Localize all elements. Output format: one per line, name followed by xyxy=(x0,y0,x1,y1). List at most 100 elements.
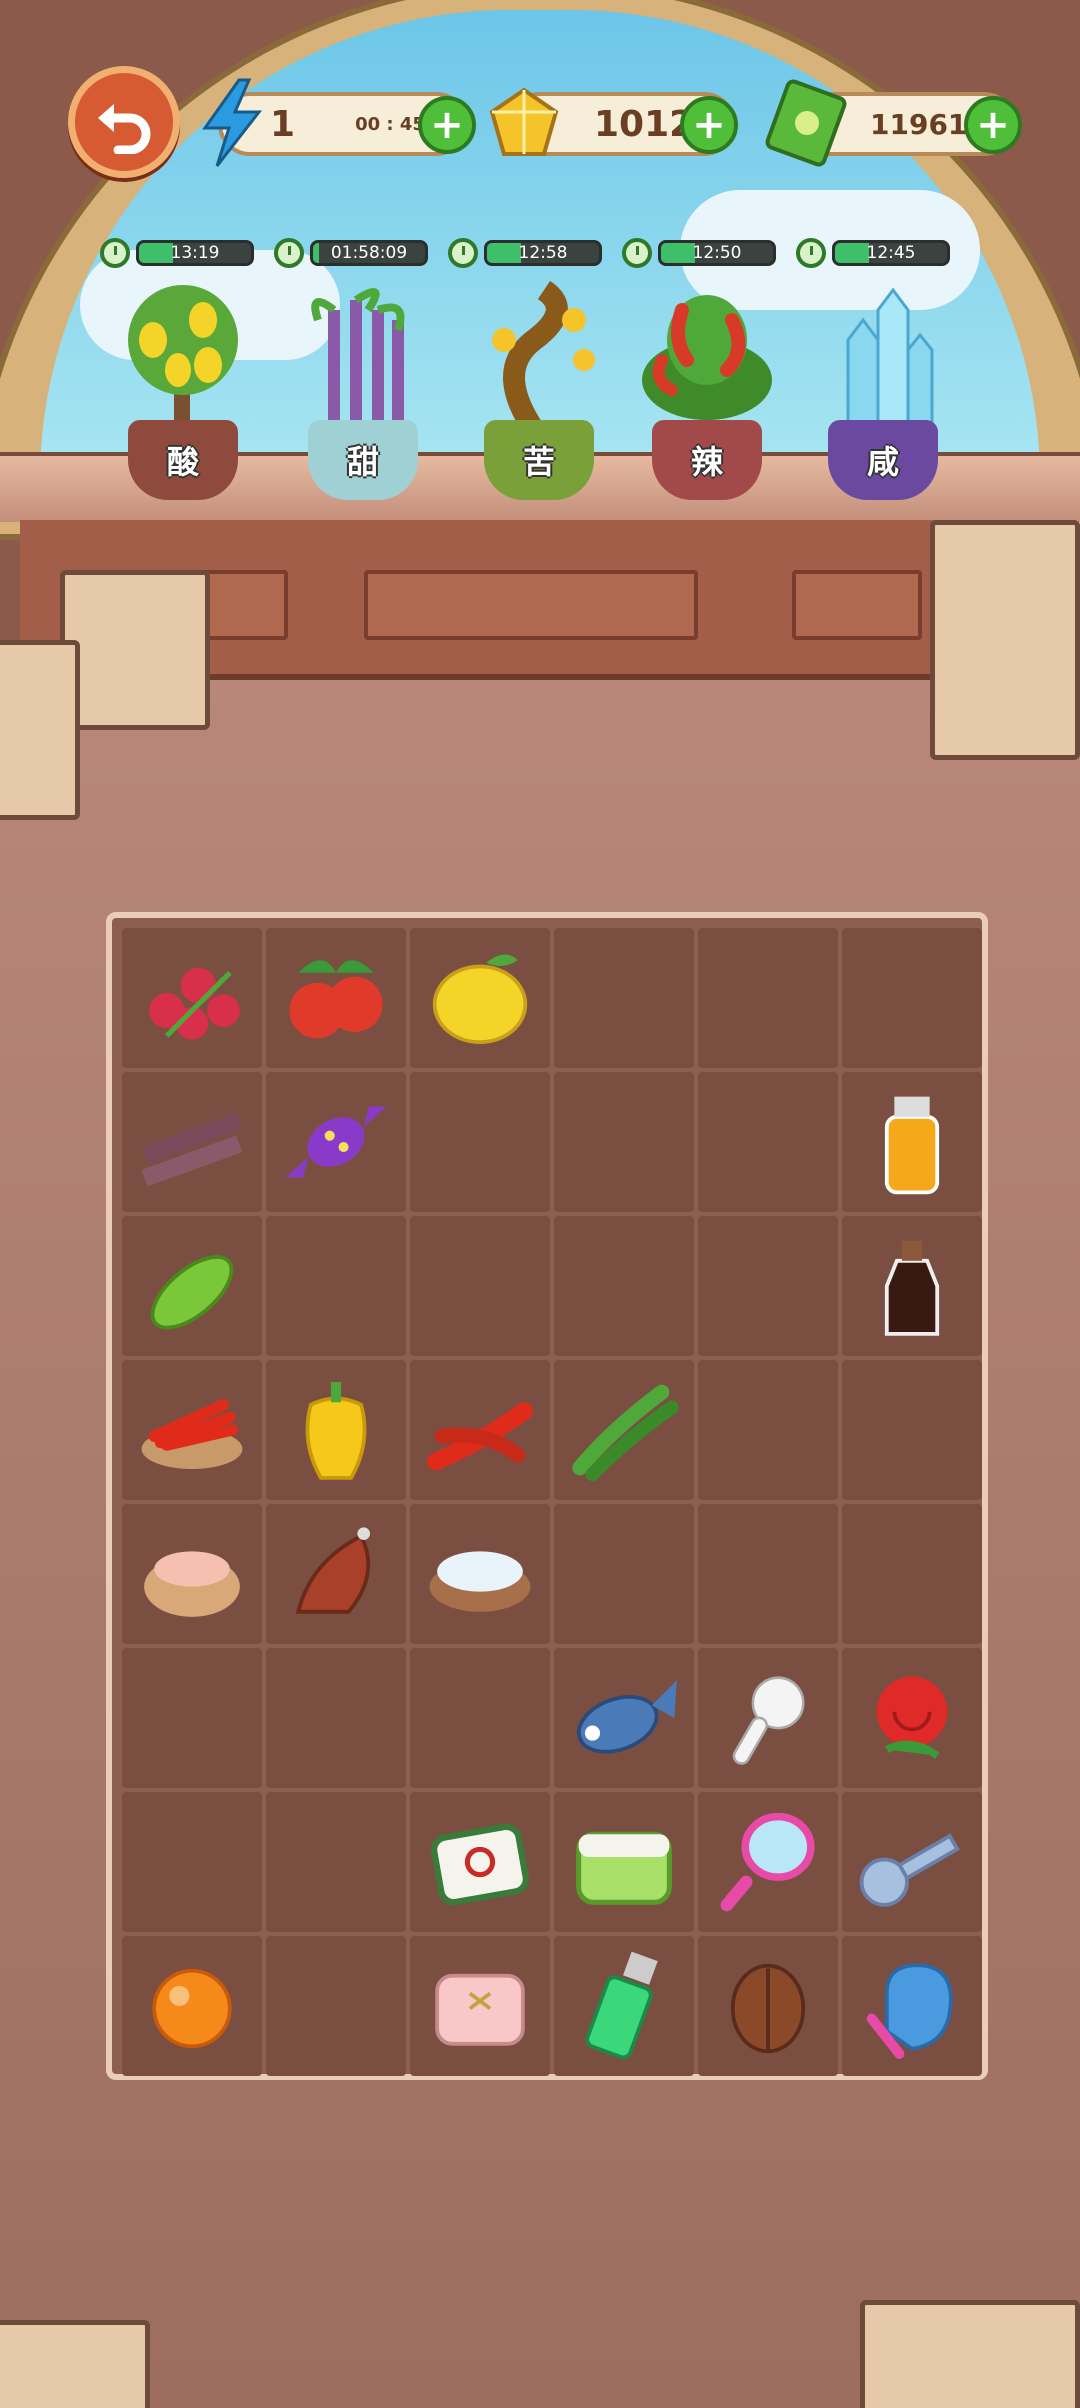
board-cell[interactable] xyxy=(122,1792,262,1932)
add-energy-button[interactable]: + xyxy=(418,96,476,154)
key-icon xyxy=(859,1833,960,1907)
rose-icon xyxy=(876,1676,948,1759)
plant-timer-3: 12:58 xyxy=(448,238,602,268)
plant-sour[interactable]: 酸 xyxy=(108,280,258,510)
board-cell[interactable] xyxy=(554,1072,694,1212)
sugarcane-plant-icon xyxy=(311,288,405,430)
board-cell[interactable] xyxy=(122,1648,262,1788)
lightning-icon xyxy=(192,78,272,168)
timer-label: 13:19 xyxy=(170,243,220,263)
board-cell[interactable] xyxy=(266,1072,406,1212)
board-cell[interactable] xyxy=(410,1792,550,1932)
board-cell[interactable] xyxy=(698,1216,838,1356)
board-cell[interactable] xyxy=(410,1648,550,1788)
board-cell[interactable] xyxy=(266,1504,406,1644)
board-cell[interactable] xyxy=(122,1216,262,1356)
board-cell[interactable] xyxy=(554,1216,694,1356)
board-cell[interactable] xyxy=(698,1360,838,1500)
crate xyxy=(0,640,80,820)
energy-timer: 00 : 45 xyxy=(355,113,425,135)
lemon-tree-icon xyxy=(128,285,238,420)
pot: 咸 xyxy=(828,420,938,500)
board-cell[interactable] xyxy=(698,928,838,1068)
pot: 苦 xyxy=(484,420,594,500)
board-cell[interactable] xyxy=(698,1936,838,2076)
honey-jar-icon xyxy=(884,1096,940,1195)
salt-crystal-plant-icon xyxy=(846,287,934,432)
lunch-box-icon xyxy=(576,1831,672,1905)
crate xyxy=(0,2320,150,2408)
add-gems-button[interactable]: + xyxy=(680,96,738,154)
clock-icon xyxy=(622,238,652,268)
board-cell[interactable] xyxy=(266,1792,406,1932)
bitter-melon-icon xyxy=(150,1255,234,1330)
board-cell[interactable] xyxy=(554,1792,694,1932)
lemon-icon xyxy=(432,954,528,1044)
board-cell[interactable] xyxy=(266,1936,406,2076)
board-cell[interactable] xyxy=(122,1504,262,1644)
board-cell[interactable] xyxy=(266,1360,406,1500)
yellow-pepper-icon xyxy=(305,1382,367,1480)
flavor-label: 苦 xyxy=(522,443,555,481)
board-cell[interactable] xyxy=(266,1216,406,1356)
back-button[interactable] xyxy=(68,66,180,178)
plant-salty[interactable]: 咸 xyxy=(808,280,958,510)
plant-timer-2: 01:58:09 xyxy=(274,238,428,268)
timer-label: 01:58:09 xyxy=(330,243,408,263)
plant-spicy[interactable]: 辣 xyxy=(632,280,782,510)
walnut-icon xyxy=(730,1963,806,2054)
board-cell[interactable] xyxy=(266,928,406,1068)
board-cell[interactable] xyxy=(554,928,694,1068)
board-cell[interactable] xyxy=(122,1360,262,1500)
salt-bowl-icon xyxy=(429,1551,531,1612)
drawer xyxy=(200,570,288,640)
board-cell[interactable] xyxy=(698,1792,838,1932)
drawer xyxy=(364,570,698,640)
fish-icon xyxy=(576,1680,677,1754)
pot: 酸 xyxy=(128,420,238,500)
board-cell[interactable] xyxy=(698,1648,838,1788)
earbud-icon xyxy=(732,1676,805,1765)
board-cell[interactable] xyxy=(122,1936,262,2076)
board-cell[interactable] xyxy=(410,928,550,1068)
plant-timer-4: 12:50 xyxy=(622,238,776,268)
plant-bitter[interactable]: 苦 xyxy=(464,280,614,510)
clock-icon xyxy=(100,238,130,268)
crate xyxy=(930,520,1080,760)
board-cell[interactable] xyxy=(842,1360,982,1500)
board-cell[interactable] xyxy=(842,1936,982,2076)
hand-mirror-icon xyxy=(720,1812,815,1912)
board-cell[interactable] xyxy=(410,1216,550,1356)
add-cash-button[interactable]: + xyxy=(964,96,1022,154)
flavor-label: 甜 xyxy=(346,443,379,481)
orange-ball-icon xyxy=(152,1968,232,2049)
flavor-label: 咸 xyxy=(866,443,899,481)
board-cell[interactable] xyxy=(842,1792,982,1932)
cash-icon xyxy=(762,70,852,170)
board-cell[interactable] xyxy=(554,1648,694,1788)
board-cell[interactable] xyxy=(842,1504,982,1644)
board-cell[interactable] xyxy=(410,1360,550,1500)
board-cell[interactable] xyxy=(842,1648,982,1788)
merge-board xyxy=(106,912,988,2080)
board-cell[interactable] xyxy=(410,1072,550,1212)
board-cell[interactable] xyxy=(842,1072,982,1212)
timer-label: 12:50 xyxy=(692,243,742,263)
board-cell[interactable] xyxy=(410,1936,550,2076)
bayberry-icon xyxy=(149,967,240,1040)
plant-sweet[interactable]: 甜 xyxy=(288,280,438,510)
board-cell[interactable] xyxy=(410,1504,550,1644)
board-cell[interactable] xyxy=(698,1504,838,1644)
board-cell[interactable] xyxy=(554,1504,694,1644)
board-cell[interactable] xyxy=(842,928,982,1068)
board-cell[interactable] xyxy=(698,1072,838,1212)
board-cell[interactable] xyxy=(122,928,262,1068)
gem-icon xyxy=(482,82,566,166)
candy-icon xyxy=(285,1106,387,1178)
board-cell[interactable] xyxy=(122,1072,262,1212)
board-cell[interactable] xyxy=(554,1360,694,1500)
ham-icon xyxy=(295,1527,371,1614)
board-cell[interactable] xyxy=(554,1936,694,2076)
board-cell[interactable] xyxy=(842,1216,982,1356)
board-cell[interactable] xyxy=(266,1648,406,1788)
